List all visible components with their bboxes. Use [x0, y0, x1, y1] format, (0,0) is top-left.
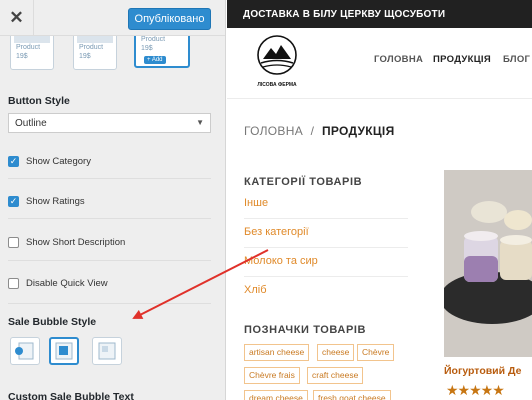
site-logo[interactable]: ЛІСОВА ФЕРМА — [252, 33, 302, 93]
sale-bubble-style-title: Sale Bubble Style — [8, 316, 97, 328]
product-image[interactable] — [444, 170, 532, 357]
category-link[interactable]: Інше — [244, 190, 408, 219]
bubble-square-icon — [55, 342, 73, 360]
checkbox-unchecked-icon[interactable] — [8, 236, 19, 248]
show-category-option[interactable]: ✓ Show Category — [8, 154, 91, 168]
button-style-select[interactable]: Outline ▼ — [8, 113, 211, 133]
category-link[interactable]: Без категорії — [244, 219, 408, 248]
checkbox-label: Show Category — [26, 155, 91, 167]
sale-bubble-option-corner[interactable] — [92, 337, 122, 365]
thumbnail-add: + Add — [144, 56, 166, 64]
tag-link[interactable]: Chèvre — [357, 344, 395, 361]
top-bar: ДОСТАВКА В БІЛУ ЦЕРКВУ ЩОСУБОТИ — [227, 0, 532, 28]
customizer-panel: Product 19$ Product 19$ Product 19$ + Ad… — [0, 0, 226, 400]
thumbnail-price: 19$ — [16, 53, 28, 60]
breadcrumb-separator: / — [310, 124, 315, 138]
sale-bubble-option-circle[interactable] — [10, 337, 40, 365]
chevron-down-icon: ▼ — [196, 118, 204, 127]
tag-link[interactable]: fresh goat cheese — [313, 390, 391, 400]
thumbnail-product: Product — [16, 44, 41, 51]
yogurt-jars-photo — [444, 170, 532, 357]
tag-link[interactable]: artisan cheese — [244, 344, 310, 361]
breadcrumb: ГОЛОВНА / ПРОДУКЦІЯ — [244, 124, 395, 138]
tag-link[interactable]: craft cheese — [307, 367, 364, 384]
checkbox-checked-icon[interactable]: ✓ — [8, 155, 19, 167]
panel-header: ✕ Опубліковано — [0, 0, 225, 36]
button-style-title: Button Style — [8, 95, 70, 107]
close-button[interactable]: ✕ — [0, 0, 34, 36]
checkbox-label: Show Short Description — [26, 236, 126, 248]
nav-home[interactable]: ГОЛОВНА — [374, 54, 423, 65]
logo-emblem-icon — [257, 35, 297, 75]
show-ratings-option[interactable]: ✓ Show Ratings — [8, 194, 85, 208]
category-link[interactable]: Молоко та сир — [244, 248, 408, 277]
nav-blog[interactable]: БЛОГ — [503, 54, 530, 65]
tag-link[interactable]: dream cheese — [244, 390, 308, 400]
checkbox-label: Disable Quick View — [26, 277, 108, 289]
custom-sale-bubble-text-title: Custom Sale Bubble Text — [8, 391, 134, 400]
checkbox-label: Show Ratings — [26, 195, 85, 207]
product-rating-stars: ★★★★★ — [446, 382, 505, 398]
tag-link[interactable]: Chèvre frais — [244, 367, 300, 384]
site-preview: ДОСТАВКА В БІЛУ ЦЕРКВУ ЩОСУБОТИ ЛІСОВА Ф… — [227, 0, 532, 400]
close-icon: ✕ — [9, 8, 24, 27]
category-link[interactable]: Хліб — [244, 277, 408, 306]
thumbnail-product: Product — [141, 36, 166, 43]
divider — [8, 218, 211, 219]
breadcrumb-home[interactable]: ГОЛОВНА — [244, 124, 303, 138]
header-divider — [227, 98, 532, 99]
bubble-circle-icon — [15, 342, 34, 360]
checkbox-checked-icon[interactable]: ✓ — [8, 195, 19, 207]
product-title[interactable]: Йогуртовий Де — [444, 365, 521, 377]
disable-quick-view-option[interactable]: Disable Quick View — [8, 276, 108, 290]
show-short-description-option[interactable]: Show Short Description — [8, 235, 125, 249]
divider — [8, 178, 211, 179]
publish-button[interactable]: Опубліковано — [128, 8, 211, 30]
checkbox-unchecked-icon[interactable] — [8, 277, 19, 289]
thumbnail-product: Product — [79, 44, 104, 51]
button-style-value: Outline — [15, 118, 47, 129]
tag-link[interactable]: cheese — [317, 344, 355, 361]
tags-title: ПОЗНАЧКИ ТОВАРІВ — [244, 324, 367, 336]
logo-text: ЛІСОВА ФЕРМА — [257, 82, 297, 88]
nav-products[interactable]: ПРОДУКЦІЯ — [433, 54, 491, 65]
sale-bubble-option-square[interactable] — [49, 337, 79, 365]
breadcrumb-current: ПРОДУКЦІЯ — [321, 124, 395, 138]
divider — [8, 260, 211, 261]
categories-title: КАТЕГОРІЇ ТОВАРІВ — [244, 176, 363, 188]
divider — [8, 303, 211, 304]
thumbnail-price: 19$ — [141, 45, 153, 52]
thumbnail-price: 19$ — [79, 53, 91, 60]
bubble-corner-icon — [98, 342, 116, 360]
